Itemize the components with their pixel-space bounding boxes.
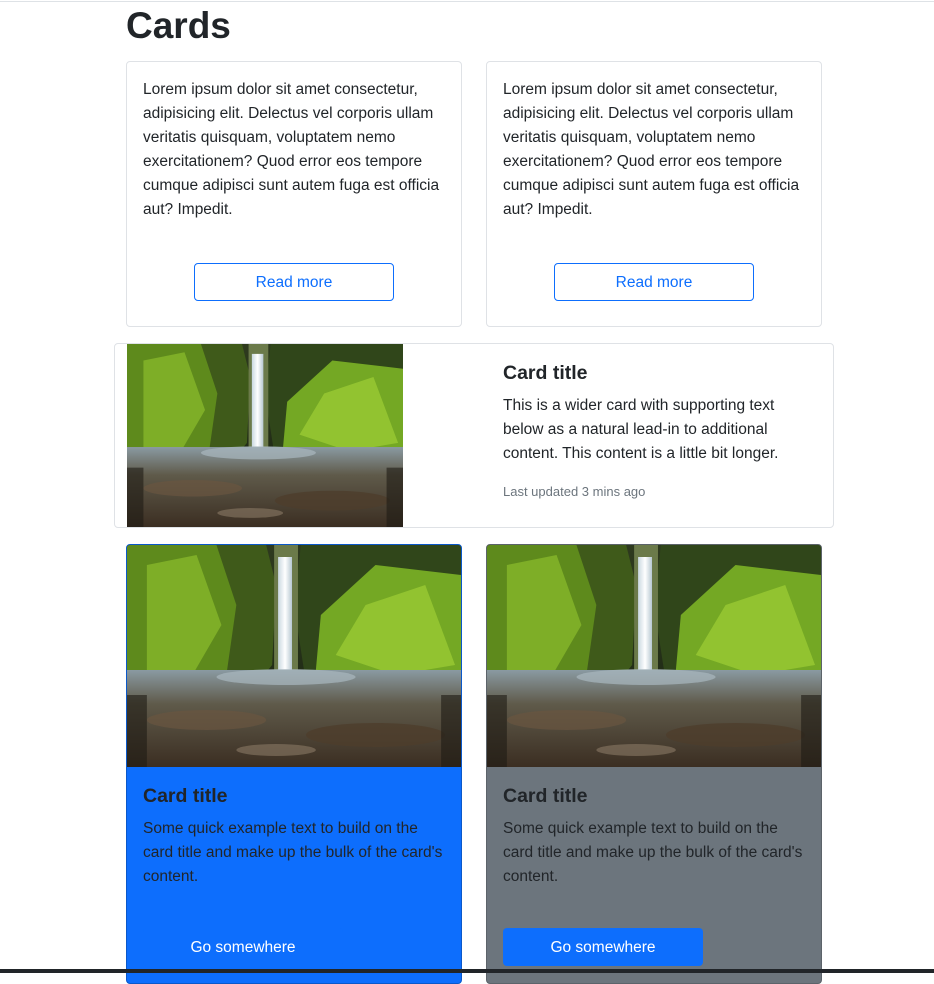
text-card: Lorem ipsum dolor sit amet consectetur, … bbox=[486, 61, 822, 327]
page-title: Cards bbox=[126, 5, 231, 46]
wide-card: Card title This is a wider card with sup… bbox=[114, 343, 834, 528]
read-more-button[interactable]: Read more bbox=[194, 263, 394, 301]
go-somewhere-button[interactable]: Go somewhere bbox=[503, 928, 703, 966]
secondary-image-card: Card title Some quick example text to bu… bbox=[486, 544, 822, 984]
primary-image-card: Card title Some quick example text to bu… bbox=[126, 544, 462, 984]
waterfall-image bbox=[127, 545, 461, 767]
waterfall-image bbox=[127, 344, 403, 527]
waterfall-image bbox=[487, 545, 821, 767]
last-updated-text: Last updated 3 mins ago bbox=[503, 484, 646, 499]
card-title: Card title bbox=[503, 785, 588, 807]
card-title: Card title bbox=[503, 362, 588, 384]
card-text: Some quick example text to build on the … bbox=[143, 820, 443, 885]
go-somewhere-button[interactable]: Go somewhere bbox=[143, 928, 343, 966]
text-card: Lorem ipsum dolor sit amet consectetur, … bbox=[126, 61, 462, 327]
card-text: Lorem ipsum dolor sit amet consectetur, … bbox=[143, 81, 440, 218]
card-text: Lorem ipsum dolor sit amet consectetur, … bbox=[503, 81, 800, 218]
card-text: This is a wider card with supporting tex… bbox=[503, 397, 779, 462]
card-text: Some quick example text to build on the … bbox=[503, 820, 803, 885]
card-title: Card title bbox=[143, 785, 228, 807]
bottom-edge bbox=[0, 969, 934, 973]
top-divider bbox=[0, 1, 934, 2]
read-more-button[interactable]: Read more bbox=[554, 263, 754, 301]
